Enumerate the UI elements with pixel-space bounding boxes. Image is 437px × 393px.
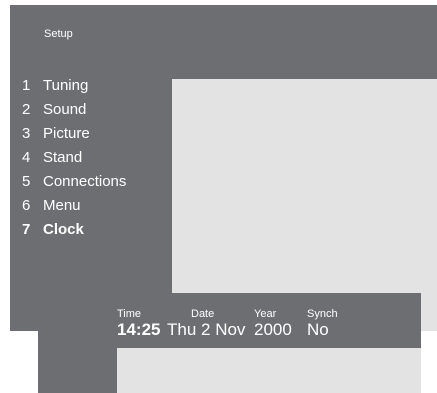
menu-item-label: Clock [43, 221, 84, 238]
menu-item-label: Menu [43, 197, 81, 214]
menu-item-picture[interactable]: 3 Picture [22, 125, 126, 149]
date-field[interactable]: Date Thu 2 Nov [167, 308, 245, 340]
menu-item-clock[interactable]: 7 Clock [22, 221, 126, 245]
menu-item-number: 5 [22, 173, 31, 190]
menu-item-number: 3 [22, 125, 31, 142]
time-label: Time [117, 308, 142, 320]
date-value: Thu 2 Nov [167, 320, 246, 339]
year-field[interactable]: Year 2000 [254, 308, 292, 340]
synch-field[interactable]: Synch No [307, 308, 338, 340]
menu-item-number: 4 [22, 149, 31, 166]
synch-value: No [307, 320, 329, 339]
setup-title: Setup [44, 28, 73, 40]
menu-item-menu[interactable]: 6 Menu [22, 197, 126, 221]
menu-item-label: Picture [43, 125, 90, 142]
setup-menu-panel: Setup 1 Tuning 2 Sound 3 Picture 4 Stand… [10, 5, 437, 331]
menu-item-label: Stand [43, 149, 83, 166]
menu-item-tuning[interactable]: 1 Tuning [22, 77, 126, 101]
menu-item-label: Connections [43, 173, 127, 190]
date-label: Date [191, 308, 215, 320]
menu-item-label: Tuning [43, 77, 89, 94]
menu-item-number: 1 [22, 77, 31, 94]
menu-item-sound[interactable]: 2 Sound [22, 101, 126, 125]
time-field[interactable]: Time 14:25 [117, 308, 160, 340]
year-label: Year [254, 308, 277, 320]
clock-panel: Time 14:25 Date Thu 2 Nov Year 2000 Sync… [38, 293, 421, 393]
menu-item-number: 6 [22, 197, 31, 214]
synch-label: Synch [307, 308, 338, 320]
time-value: 14:25 [117, 320, 161, 339]
year-value: 2000 [254, 320, 292, 339]
menu-item-stand[interactable]: 4 Stand [22, 149, 126, 173]
menu-item-number: 7 [22, 221, 31, 238]
menu-item-connections[interactable]: 5 Connections [22, 173, 126, 197]
menu-item-number: 2 [22, 101, 31, 118]
clock-content-strip [117, 348, 421, 393]
menu-item-label: Sound [43, 101, 87, 118]
setup-menu-list: 1 Tuning 2 Sound 3 Picture 4 Stand 5 Con… [22, 77, 126, 245]
